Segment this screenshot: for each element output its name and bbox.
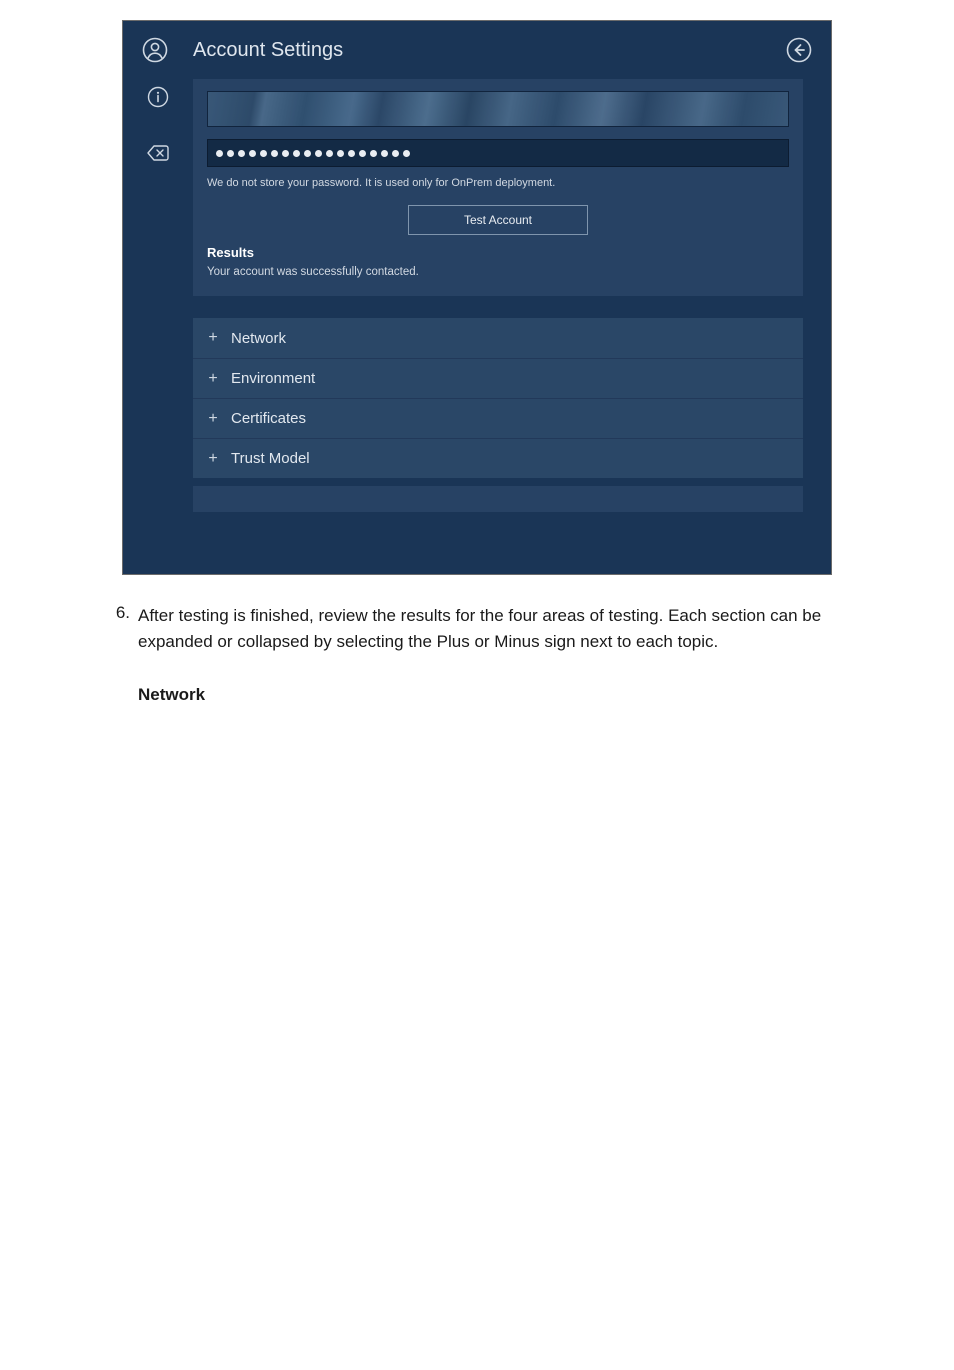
erase-icon[interactable]	[144, 139, 172, 167]
plus-icon: +	[205, 450, 221, 468]
plus-icon: +	[205, 370, 221, 388]
password-dot	[370, 150, 377, 157]
sidebar	[123, 79, 193, 574]
password-dot	[359, 150, 366, 157]
password-dot	[326, 150, 333, 157]
page-title: Account Settings	[193, 39, 785, 62]
accordion-item-environment[interactable]: + Environment	[193, 358, 803, 398]
accordion-label: Trust Model	[231, 450, 310, 467]
step-number: 6.	[102, 603, 138, 623]
button-row: Test Account	[207, 205, 789, 235]
password-dot	[238, 150, 245, 157]
step-text: After testing is finished, review the re…	[138, 606, 821, 651]
accordion-label: Network	[231, 330, 286, 347]
password-dot	[249, 150, 256, 157]
accordion-item-network[interactable]: + Network	[193, 318, 803, 358]
password-dot	[271, 150, 278, 157]
password-dot	[381, 150, 388, 157]
password-dot	[227, 150, 234, 157]
plus-icon: +	[205, 329, 221, 347]
results-heading: Results	[207, 245, 789, 260]
password-dot	[304, 150, 311, 157]
accordion: + Network + Environment + Certificates + Trust …	[193, 318, 803, 478]
account-panel: We do not store your password. It is use…	[193, 79, 803, 296]
password-hint: We do not store your password. It is use…	[207, 177, 789, 189]
password-dot	[260, 150, 267, 157]
document-text: 6. After testing is finished, review the…	[92, 603, 862, 708]
password-dot	[403, 150, 410, 157]
password-mask	[216, 150, 410, 157]
page-root: Account Settings	[0, 20, 954, 1370]
app-header: Account Settings	[123, 21, 831, 79]
password-dot	[293, 150, 300, 157]
step-body: After testing is finished, review the re…	[138, 603, 852, 708]
password-dot	[315, 150, 322, 157]
password-input[interactable]	[207, 139, 789, 167]
step-subhead: Network	[138, 682, 852, 708]
info-icon[interactable]	[144, 83, 172, 111]
password-dot	[282, 150, 289, 157]
test-account-button[interactable]: Test Account	[408, 205, 588, 235]
password-dot	[392, 150, 399, 157]
password-dot	[348, 150, 355, 157]
accordion-label: Certificates	[231, 410, 306, 427]
back-icon[interactable]	[785, 36, 813, 64]
app-body: We do not store your password. It is use…	[123, 79, 831, 574]
username-input-redacted[interactable]	[207, 91, 789, 127]
password-dot	[216, 150, 223, 157]
plus-icon: +	[205, 410, 221, 428]
app-screenshot: Account Settings	[122, 20, 832, 575]
user-icon[interactable]	[141, 36, 169, 64]
password-dot	[337, 150, 344, 157]
accordion-label: Environment	[231, 370, 315, 387]
accordion-item-certificates[interactable]: + Certificates	[193, 398, 803, 438]
accordion-item-trust-model[interactable]: + Trust Model	[193, 438, 803, 478]
panel-trailer	[193, 486, 803, 512]
step-item: 6. After testing is finished, review the…	[102, 603, 852, 708]
main-area: We do not store your password. It is use…	[193, 79, 831, 574]
results-text: Your account was successfully contacted.	[207, 266, 789, 278]
